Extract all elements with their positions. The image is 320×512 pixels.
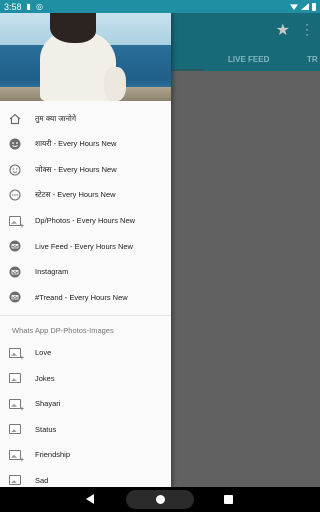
navigation-drawer: तुम क्या जानोगे शायरी - Every Hours New … — [0, 13, 171, 487]
mail-icon — [9, 266, 21, 278]
battery-icon — [312, 2, 316, 11]
drawer-section-title: Whats App DP-Photos-Images — [12, 325, 114, 335]
drawer-item-jokes[interactable]: जोक्स - Every Hours New — [0, 157, 171, 183]
drawer-item-label: Dp/Photos - Every Hours New — [35, 216, 136, 226]
drawer-item-love[interactable]: Love — [0, 340, 171, 366]
smiley-outline-icon — [9, 164, 21, 176]
overflow-menu-icon[interactable]: · · · — [305, 18, 309, 40]
image-add-icon — [9, 449, 24, 464]
drawer-item-label: शायरी - Every Hours New — [35, 139, 117, 149]
image-icon — [9, 474, 21, 486]
drawer-item-friendship[interactable]: Friendship — [0, 442, 171, 468]
drawer-item-status[interactable]: स्टेटस - Every Hours New — [0, 183, 171, 209]
mail-icon — [9, 291, 21, 303]
drawer-item-label: #Treand - Every Hours New — [35, 292, 128, 302]
drawer-header-image — [0, 13, 171, 101]
drawer-menu: तुम क्या जानोगे शायरी - Every Hours New … — [0, 101, 171, 487]
drawer-item-label: तुम क्या जानोगे — [35, 113, 77, 123]
drawer-item-instagram[interactable]: Instagram — [0, 259, 171, 285]
drawer-item-sad[interactable]: Sad — [0, 468, 171, 488]
drawer-item-status-images[interactable]: Status — [0, 417, 171, 443]
drawer-item-jokes-images[interactable]: Jokes — [0, 366, 171, 392]
image-add-icon — [9, 215, 24, 230]
wifi-icon — [290, 4, 298, 10]
drawer-item-shayari[interactable]: शायरी - Every Hours New — [0, 132, 171, 158]
drawer-item-label: जोक्स - Every Hours New — [35, 164, 117, 174]
smiley-filled-icon — [9, 138, 21, 150]
image-icon — [9, 372, 21, 384]
drawer-item-label: स्टेटस - Every Hours New — [35, 190, 116, 200]
system-nav-bar — [0, 487, 320, 512]
mail-icon — [9, 240, 21, 252]
back-icon[interactable] — [86, 494, 94, 504]
status-bar: 3:58 ▮ ◎ — [0, 0, 320, 13]
home-button-icon[interactable] — [156, 495, 165, 504]
tab-partial-right[interactable]: TR — [307, 55, 318, 64]
drawer-item-shayari-images[interactable]: Shayari — [0, 391, 171, 417]
star-icon[interactable]: ★ — [276, 20, 290, 40]
image-add-icon — [9, 398, 24, 413]
drawer-item-label: Shayari — [35, 399, 61, 409]
drawer-item-label: Friendship — [35, 450, 71, 460]
drawer-item-label: Sad — [35, 475, 49, 485]
drawer-item-label: Live Feed - Every Hours New — [35, 241, 133, 251]
status-time: 3:58 — [4, 1, 22, 12]
tab-live-feed[interactable]: LIVE FEED — [228, 55, 269, 64]
home-icon — [9, 113, 21, 125]
drawer-item-label: Love — [35, 348, 52, 358]
drawer-item-label: Instagram — [35, 267, 69, 277]
sync-icon: ◎ — [35, 2, 43, 11]
drawer-item-label: Jokes — [35, 373, 55, 383]
drawer-item-label: Status — [35, 424, 57, 434]
image-add-icon — [9, 347, 24, 362]
sim-icon: ▮ — [26, 2, 31, 11]
drawer-divider — [0, 315, 171, 316]
drawer-item-live-feed[interactable]: Live Feed - Every Hours New — [0, 234, 171, 260]
image-icon — [9, 423, 21, 435]
signal-icon — [301, 3, 309, 10]
recents-icon[interactable] — [224, 495, 233, 504]
chat-bubble-icon — [9, 189, 21, 201]
drawer-item-trend[interactable]: #Treand - Every Hours New — [0, 285, 171, 311]
drawer-item-home[interactable]: तुम क्या जानोगे — [0, 106, 171, 132]
drawer-item-dp-photos[interactable]: Dp/Photos - Every Hours New — [0, 208, 171, 234]
